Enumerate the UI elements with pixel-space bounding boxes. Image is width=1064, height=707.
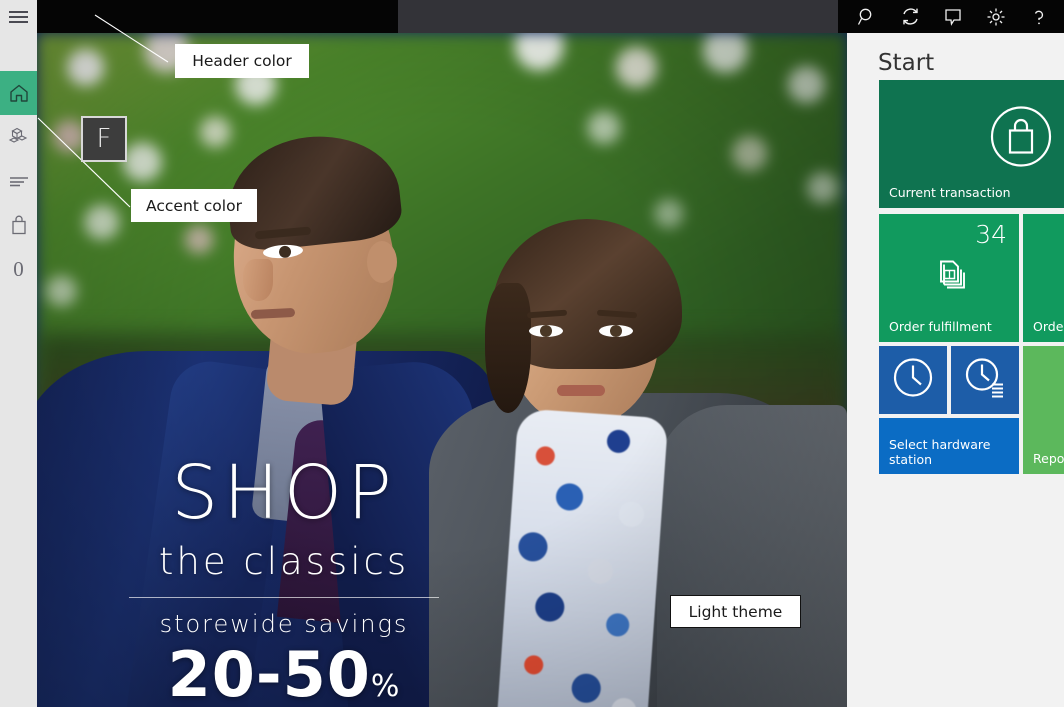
light-theme-callout: Light theme: [670, 595, 801, 628]
tile-order-fulfillment[interactable]: 34 Order fulfillment: [879, 214, 1019, 342]
tile-clock-in[interactable]: [879, 346, 947, 414]
notification-icon[interactable]: [940, 4, 966, 30]
tile-label: Order fulfillment: [889, 318, 992, 334]
start-panel: Start Current transaction 34 Order fulfi…: [847, 33, 1064, 707]
settings-gear-icon[interactable]: [983, 4, 1009, 30]
shopping-bag-icon: [8, 214, 30, 236]
app-root: 0 SHOP the classics storewide savings 20…: [0, 0, 1064, 707]
tile-label: Orde: [1033, 318, 1064, 334]
tile-reports[interactable]: Repo: [1023, 346, 1064, 474]
sidebar-item-home[interactable]: [0, 71, 37, 115]
accent-color-swatch: F: [81, 116, 127, 162]
hero-discount: 20-50%: [119, 642, 449, 707]
tile-label: Select hardware station: [889, 437, 991, 467]
left-navigation-rail: 0: [0, 33, 37, 707]
cubes-icon: [8, 126, 30, 148]
clock-icon: [889, 354, 937, 407]
hero-discount-unit: %: [370, 668, 401, 704]
tile-count: 34: [975, 220, 1007, 249]
sync-icon[interactable]: [897, 4, 923, 30]
page-title: Start: [878, 50, 935, 76]
counter-value: 0: [13, 256, 24, 281]
hero-marketing-copy: SHOP the classics storewide savings 20-5…: [119, 457, 449, 707]
hero-discount-value: 20-50: [167, 637, 371, 707]
tile-label: Repo: [1033, 450, 1064, 466]
shopping-bag-circle-icon: [987, 102, 1055, 175]
hero-divider: [129, 596, 439, 598]
search-input[interactable]: [398, 0, 838, 33]
sidebar-item-list[interactable]: [0, 159, 37, 203]
tile-time-registration[interactable]: [951, 346, 1019, 414]
nav-rail-spacer: [0, 33, 37, 71]
accent-color-callout: Accent color: [131, 189, 257, 222]
header-icon-group: [838, 0, 1064, 33]
app-header: [0, 0, 1064, 33]
sidebar-item-products[interactable]: [0, 115, 37, 159]
help-question-icon[interactable]: [1026, 4, 1052, 30]
hero-promo-line: storewide savings: [159, 609, 409, 638]
sidebar-item-counter[interactable]: 0: [0, 247, 37, 291]
tile-order-secondary[interactable]: Orde: [1023, 214, 1064, 342]
home-icon: [8, 82, 30, 104]
tile-current-transaction[interactable]: Current transaction: [879, 80, 1064, 208]
tile-label: Current transaction: [889, 184, 1011, 200]
sidebar-item-cart[interactable]: [0, 203, 37, 247]
hero-headline: SHOP: [171, 450, 397, 537]
hero-subhead: the classics: [158, 539, 410, 583]
lines-list-icon: [8, 174, 30, 188]
header-title-area: [37, 0, 398, 33]
header-color-callout: Header color: [175, 44, 309, 78]
clock-list-icon: [961, 354, 1009, 407]
search-icon[interactable]: [854, 4, 880, 30]
documents-icon: [927, 254, 971, 303]
hamburger-menu-icon[interactable]: [0, 0, 37, 33]
tile-select-hardware-station[interactable]: Select hardware station: [879, 418, 1019, 474]
